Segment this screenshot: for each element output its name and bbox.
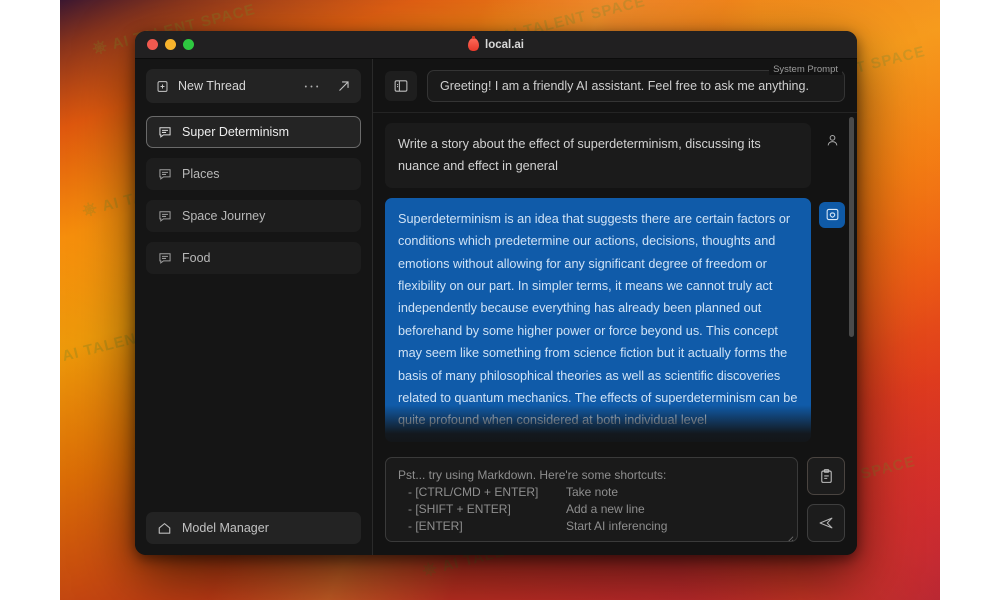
placeholder-shortcut-row: - [ENTER] Start AI inferencing xyxy=(398,518,785,535)
sidebar-item-places[interactable]: Places xyxy=(146,158,361,190)
user-icon xyxy=(819,127,845,153)
sidebar-item-label: Space Journey xyxy=(182,209,266,223)
resize-grip-icon[interactable] xyxy=(785,530,794,541)
close-window-button[interactable] xyxy=(147,39,158,50)
system-prompt-label: System Prompt xyxy=(769,64,842,75)
ellipsis-icon[interactable] xyxy=(304,84,319,89)
app-window: local.ai New Thread Super Determinism Pl… xyxy=(135,31,857,555)
maximize-window-button[interactable] xyxy=(183,39,194,50)
flame-icon xyxy=(468,36,479,51)
placeholder-title: Pst... try using Markdown. Here're some … xyxy=(398,468,667,482)
sidebar-item-space-journey[interactable]: Space Journey xyxy=(146,200,361,232)
shortcut-keys: - [CTRL/CMD + ENTER] xyxy=(398,485,539,499)
message-icon xyxy=(158,209,172,223)
sidebar-item-food[interactable]: Food xyxy=(146,242,361,274)
window-body: New Thread Super Determinism Places Spac… xyxy=(135,59,857,555)
shortcut-keys: - [ENTER] xyxy=(398,519,463,533)
composer: Pst... try using Markdown. Here're some … xyxy=(373,451,857,555)
message-list: Write a story about the effect of superd… xyxy=(373,113,857,451)
prompt-input[interactable]: Pst... try using Markdown. Here're some … xyxy=(385,457,798,542)
window-title: local.ai xyxy=(485,38,524,51)
model-manager-button[interactable]: Model Manager xyxy=(146,512,361,544)
arrow-up-right-icon[interactable] xyxy=(337,79,351,93)
sidebar-panel-icon[interactable] xyxy=(385,70,417,101)
shortcut-action: Take note xyxy=(566,485,619,499)
message-text: Superdeterminism is an idea that suggest… xyxy=(385,197,811,442)
sidebar-item-label: Super Determinism xyxy=(182,125,289,139)
file-plus-icon xyxy=(156,80,169,93)
sidebar-item-super-determinism[interactable]: Super Determinism xyxy=(146,116,361,148)
message-icon xyxy=(158,167,172,181)
sidebar-item-label: Places xyxy=(182,167,220,181)
send-paper-plane-icon[interactable] xyxy=(807,504,845,542)
main-pane: Greeting! I am a friendly AI assistant. … xyxy=(373,59,857,555)
model-manager-label: Model Manager xyxy=(182,521,269,535)
composer-actions xyxy=(807,457,845,542)
shortcut-action: Start AI inferencing xyxy=(566,519,668,533)
message-text: Write a story about the effect of superd… xyxy=(385,123,811,188)
minimize-window-button[interactable] xyxy=(165,39,176,50)
desktop-screen: ⎈AI TALENT SPACE ⎈AI TALENT SPACE ⎈AI TA… xyxy=(0,0,1000,600)
home-icon xyxy=(157,521,172,536)
message-icon xyxy=(158,251,172,265)
shortcut-keys: - [SHIFT + ENTER] xyxy=(398,502,511,516)
thread-list: Super Determinism Places Space Journey F… xyxy=(146,116,361,512)
message-assistant: Superdeterminism is an idea that suggest… xyxy=(385,197,845,442)
message-scrollbar[interactable] xyxy=(849,117,854,337)
new-thread-button[interactable]: New Thread xyxy=(146,69,361,103)
message-user: Write a story about the effect of superd… xyxy=(385,123,845,188)
bot-icon xyxy=(819,201,845,228)
message-icon xyxy=(158,125,172,139)
new-thread-label: New Thread xyxy=(178,79,246,93)
sidebar: New Thread Super Determinism Places Spac… xyxy=(135,59,373,555)
window-controls xyxy=(147,39,194,50)
sidebar-item-label: Food xyxy=(182,251,211,265)
window-titlebar: local.ai xyxy=(135,31,857,59)
placeholder-shortcut-row: - [SHIFT + ENTER] Add a new line xyxy=(398,501,785,518)
window-title-group: local.ai xyxy=(135,36,857,51)
top-bar: Greeting! I am a friendly AI assistant. … xyxy=(373,59,857,113)
shortcut-action: Add a new line xyxy=(566,502,645,516)
placeholder-shortcut-row: - [CTRL/CMD + ENTER] Take note xyxy=(398,484,785,501)
clipboard-note-icon[interactable] xyxy=(807,457,845,495)
system-prompt-value: Greeting! I am a friendly AI assistant. … xyxy=(440,78,809,93)
